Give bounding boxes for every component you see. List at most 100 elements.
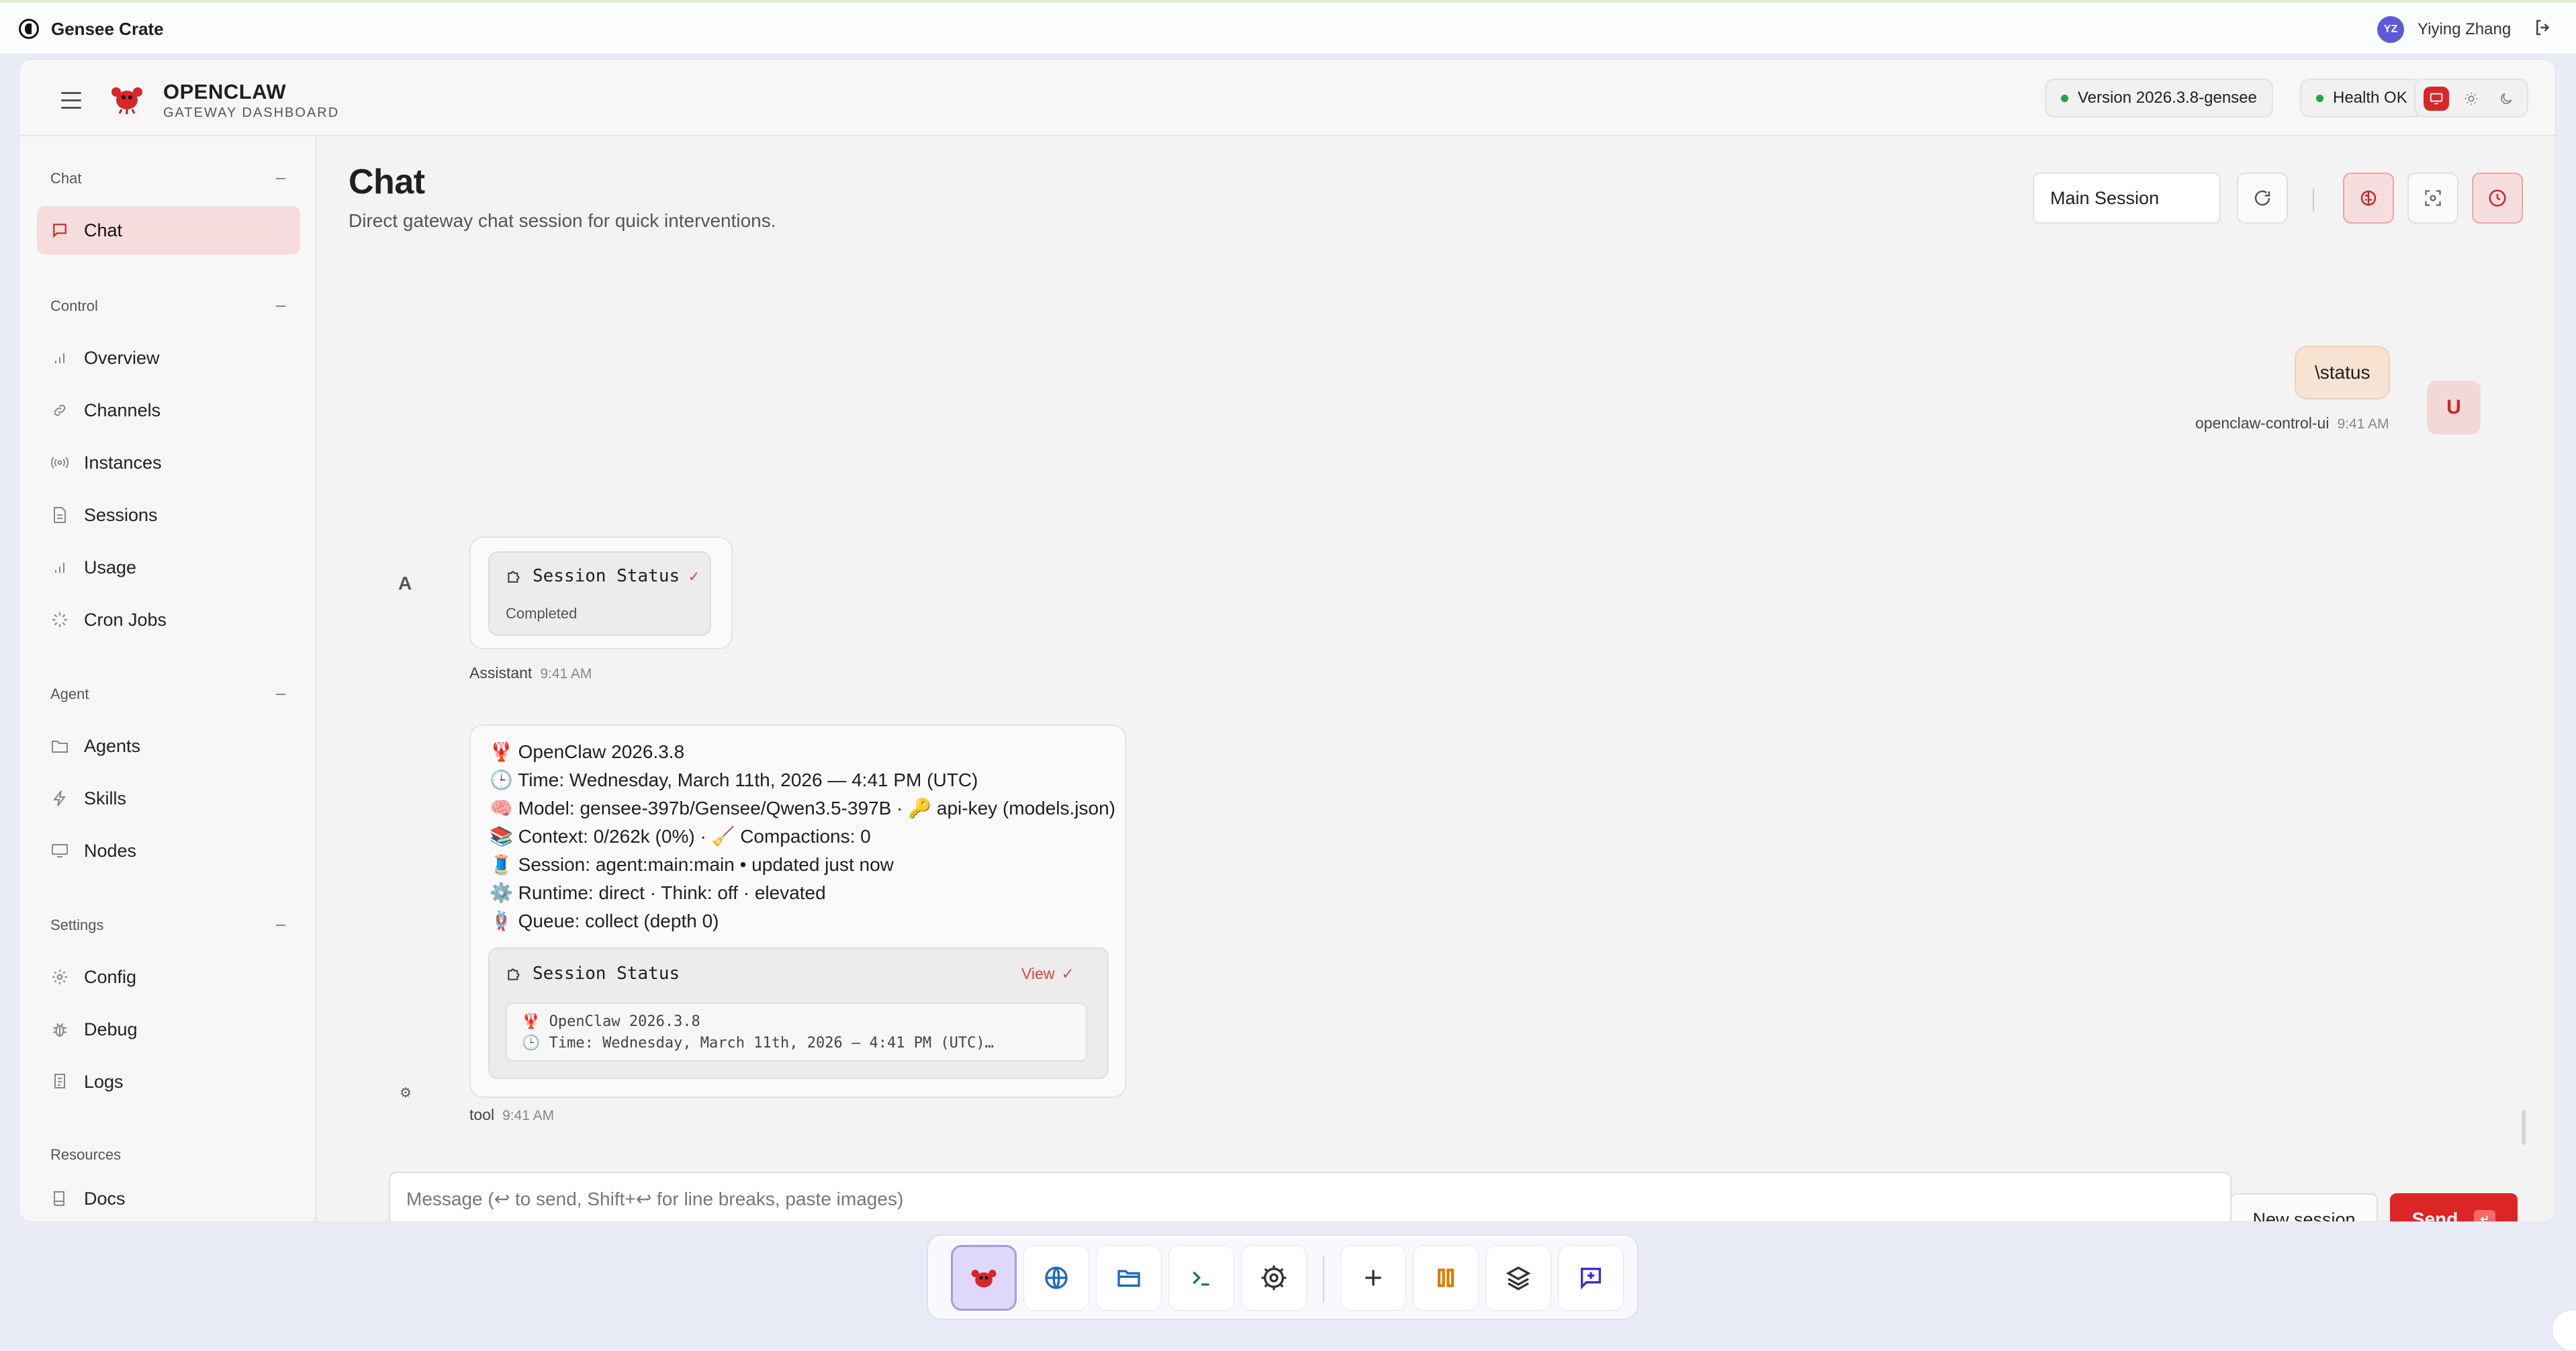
user-avatar[interactable]: YZ — [2377, 16, 2404, 43]
app-name: Gensee Crate — [51, 19, 164, 39]
user-message-avatar: U — [2427, 381, 2481, 434]
dock-layers-button[interactable] — [1485, 1245, 1551, 1311]
theme-system-button[interactable] — [2424, 87, 2449, 111]
sidebar-item-instances[interactable]: Instances — [37, 438, 300, 487]
dock-settings-button[interactable] — [1241, 1245, 1307, 1311]
view-tool-result-button[interactable]: View ✓ — [1021, 965, 1074, 983]
sidebar-section-chat[interactable]: Chat — [50, 170, 81, 187]
theme-light-button[interactable] — [2458, 87, 2484, 111]
theme-dark-button[interactable] — [2493, 87, 2519, 111]
sidebar-section-resources[interactable]: Resources — [50, 1146, 121, 1164]
sidebar-section-agent[interactable]: Agent — [50, 686, 89, 703]
preview-line: 🦞 OpenClaw 2026.3.8 — [522, 1013, 700, 1030]
status-line: 🧠 Model: gensee-397b/Gensee/Qwen3.5-397B… — [490, 798, 1115, 819]
session-select[interactable]: Main Session — [2033, 173, 2221, 224]
sidebar-item-channels[interactable]: Channels — [37, 386, 300, 434]
dock-terminal-button[interactable] — [1168, 1245, 1234, 1311]
sidebar-item-docs[interactable]: Docs — [37, 1174, 300, 1221]
collapse-icon[interactable] — [276, 925, 285, 926]
status-line: 🪢 Queue: collect (depth 0) — [490, 911, 719, 931]
sidebar-item-label: Overview — [84, 347, 160, 368]
terminal-icon — [1193, 1271, 1209, 1286]
app-top-bar: Gensee Crate YZ Yiying Zhang — [0, 0, 2576, 54]
check-icon: ✓ — [1061, 965, 1074, 982]
dock-openclaw-button[interactable] — [951, 1245, 1017, 1311]
collapse-icon[interactable] — [276, 178, 285, 179]
scroll-icon — [50, 1072, 69, 1091]
enter-key-icon: ↵ — [2474, 1210, 2496, 1221]
sidebar: Chat Chat Control Overview Channels Inst… — [19, 136, 316, 1221]
gensee-logo-icon — [19, 19, 39, 39]
message-sender: openclaw-control-ui — [2195, 414, 2330, 432]
chat-scrollbar[interactable] — [2522, 1110, 2526, 1145]
sidebar-item-logs[interactable]: Logs — [37, 1058, 300, 1106]
monitor-icon — [50, 841, 69, 860]
floating-widget[interactable] — [2552, 1309, 2576, 1351]
toolbar-divider — [2313, 189, 2314, 212]
preview-line: 🕒 Time: Wednesday, March 11th, 2026 — 4:… — [522, 1035, 994, 1052]
message-time: 9:41 AM — [540, 666, 592, 682]
sidebar-item-nodes[interactable]: Nodes — [37, 827, 300, 875]
tool-message-card: 🦞 OpenClaw 2026.3.8 🕒 Time: Wednesday, M… — [469, 725, 1126, 1098]
sidebar-item-sessions[interactable]: Sessions — [37, 491, 300, 539]
link-icon — [50, 401, 69, 420]
sidebar-item-label: Nodes — [84, 840, 137, 861]
sidebar-item-label: Config — [84, 966, 137, 987]
message-time: 9:41 AM — [2337, 416, 2389, 432]
assistant-message-card: Session Status ✓ Completed — [469, 537, 733, 649]
moon-icon — [2501, 93, 2512, 104]
sidebar-section-control[interactable]: Control — [50, 297, 98, 315]
collapse-icon[interactable] — [276, 694, 285, 695]
menu-toggle-icon[interactable] — [61, 92, 81, 114]
sidebar-item-chat[interactable]: Chat — [37, 206, 300, 254]
user-message-meta: openclaw-control-ui 9:41 AM — [2195, 414, 2389, 432]
user-name[interactable]: Yiying Zhang — [2418, 20, 2511, 39]
message-input[interactable]: Message (↩ to send, Shift+↩ for line bre… — [389, 1172, 2232, 1221]
dock-add-button[interactable] — [1340, 1245, 1406, 1311]
user-message-bubble: \status — [2295, 346, 2391, 400]
page-title: Chat — [349, 162, 425, 201]
brain-toggle-button[interactable] — [2343, 173, 2394, 224]
dock-pause-button[interactable] — [1413, 1245, 1479, 1311]
puzzle-icon — [508, 968, 520, 980]
dock-new-chat-button[interactable] — [1558, 1245, 1624, 1311]
sidebar-item-overview[interactable]: Overview — [37, 334, 300, 382]
sidebar-section-settings[interactable]: Settings — [50, 917, 104, 934]
sidebar-item-label: Logs — [84, 1071, 124, 1092]
new-session-button[interactable]: New session — [2230, 1193, 2378, 1221]
tool-result-title: Session Status — [506, 964, 680, 984]
focus-button[interactable] — [2407, 173, 2458, 224]
dock-browser-button[interactable] — [1023, 1245, 1089, 1311]
brain-icon — [2360, 190, 2377, 206]
sidebar-item-label: Chat — [84, 220, 123, 240]
app-dock — [927, 1234, 1639, 1320]
sidebar-item-agents[interactable]: Agents — [37, 722, 300, 770]
status-line: 🧵 Session: agent:main:main • updated jus… — [490, 854, 894, 875]
brand-title: OPENCLAW — [163, 80, 287, 103]
tool-call-card[interactable]: Session Status ✓ Completed — [488, 551, 711, 636]
send-button[interactable]: Send ↵ — [2390, 1193, 2518, 1221]
sidebar-item-usage[interactable]: Usage — [37, 543, 300, 592]
theme-switcher — [2414, 79, 2528, 118]
check-icon: ✓ — [689, 567, 699, 586]
clock-icon — [2489, 189, 2506, 207]
lobster-logo-icon — [971, 1270, 997, 1288]
collapse-icon[interactable] — [276, 306, 285, 307]
brand-subtitle: GATEWAY DASHBOARD — [163, 105, 340, 120]
refresh-button[interactable] — [2237, 173, 2288, 224]
sidebar-item-debug[interactable]: Debug — [37, 1005, 300, 1054]
folder-icon — [50, 737, 69, 755]
logout-icon[interactable] — [2533, 17, 2553, 38]
loader-icon — [50, 610, 69, 629]
history-button[interactable] — [2472, 173, 2523, 224]
sidebar-item-cron-jobs[interactable]: Cron Jobs — [37, 596, 300, 644]
tool-message-meta: tool 9:41 AM — [469, 1106, 554, 1124]
tool-result-preview: 🦞 OpenClaw 2026.3.8 🕒 Time: Wednesday, M… — [506, 1003, 1087, 1062]
sidebar-item-skills[interactable]: Skills — [37, 774, 300, 823]
document-icon — [50, 506, 69, 524]
dashboard-header: OPENCLAW GATEWAY DASHBOARD Version 2026.… — [19, 60, 2555, 136]
refresh-icon — [2254, 190, 2270, 206]
sidebar-item-config[interactable]: Config — [37, 953, 300, 1001]
dock-files-button[interactable] — [1096, 1245, 1162, 1311]
sidebar-item-label: Usage — [84, 557, 137, 577]
